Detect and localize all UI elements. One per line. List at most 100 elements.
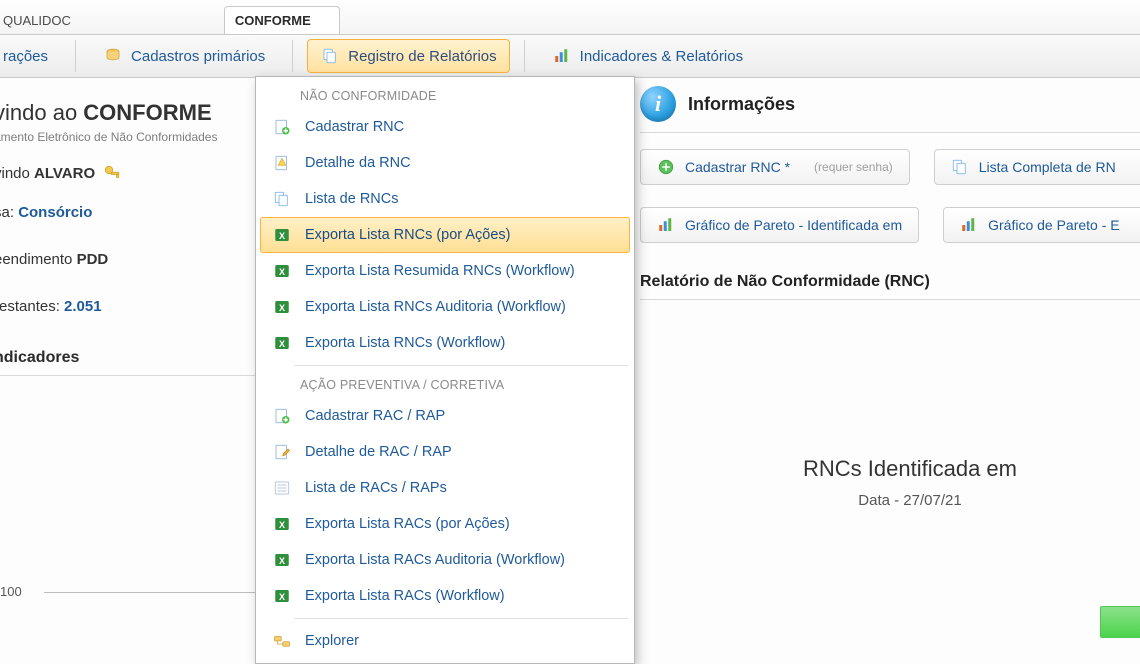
menu-section-header: NÃO CONFORMIDADE: [256, 81, 634, 109]
chart-title: RNCs Identificada em: [640, 456, 1140, 482]
right-panel: i Informações Cadastrar RNC * (requer se…: [640, 86, 1140, 300]
excel-icon: X: [271, 224, 293, 246]
chart-bar: [1100, 606, 1140, 638]
separator: [75, 40, 76, 72]
empreendimento-value: PDD: [77, 251, 109, 268]
info-heading-text: Informações: [688, 94, 795, 115]
add-document-icon: [271, 405, 293, 427]
welcome-app: CONFORME: [83, 100, 211, 125]
database-icon: [103, 46, 123, 66]
btn-pareto-identificada[interactable]: Gráfico de Pareto - Identificada em: [640, 207, 919, 243]
menu-item-lista-rncs[interactable]: Lista de RNCs: [260, 181, 630, 217]
menu-divider: [294, 365, 628, 366]
separator: [292, 40, 293, 72]
ribbon-indicadores-relatorios[interactable]: Indicadores & Relatórios: [539, 39, 756, 73]
ribbon-label: Indicadores & Relatórios: [580, 48, 743, 65]
svg-text:X: X: [279, 339, 285, 349]
button-row-1: Cadastrar RNC * (requer senha) Lista Com…: [640, 149, 1140, 185]
menu-item-detalhe-rnc[interactable]: Detalhe da RNC: [260, 145, 630, 181]
menu-item-lista-racs[interactable]: Lista de RACs / RAPs: [260, 470, 630, 506]
menu-item-cadastrar-rac[interactable]: Cadastrar RAC / RAP: [260, 398, 630, 434]
excel-icon: X: [271, 513, 293, 535]
welcome-prefix: vindo ao: [0, 100, 83, 125]
ribbon-registro-relatorios[interactable]: Registro de Relatórios: [307, 39, 509, 73]
menu-item-label: Exporta Lista RACs Auditoria (Workflow): [305, 552, 565, 568]
empreendimento-label: eendimento: [0, 251, 77, 268]
btn-pareto-e[interactable]: Gráfico de Pareto - E: [943, 207, 1140, 243]
document-edit-icon: [271, 441, 293, 463]
svg-text:X: X: [279, 231, 285, 241]
btn-label: Cadastrar RNC *: [685, 159, 790, 175]
menu-item-label: Exporta Lista RNCs Auditoria (Workflow): [305, 299, 566, 315]
tab-conforme[interactable]: CONFORME: [224, 6, 340, 34]
excel-icon: X: [271, 549, 293, 571]
copy-document-icon: [951, 158, 969, 176]
chart-y-tick-100: 100: [0, 584, 22, 599]
bar-chart-icon: [960, 216, 978, 234]
btn-cadastrar-rnc[interactable]: Cadastrar RNC * (requer senha): [640, 149, 910, 185]
registro-relatorios-menu: NÃO CONFORMIDADE Cadastrar RNC Detalhe d…: [255, 76, 635, 664]
tab-label: CONFORME: [235, 13, 311, 28]
excel-icon: X: [271, 332, 293, 354]
svg-text:X: X: [279, 556, 285, 566]
add-document-icon: [271, 116, 293, 138]
btn-label: Lista Completa de RN: [979, 159, 1116, 175]
excel-icon: X: [271, 296, 293, 318]
btn-note: (requer senha): [814, 160, 893, 174]
welcome-user-prefix: vindo: [0, 165, 34, 182]
svg-text:X: X: [279, 267, 285, 277]
window-tabs: QUALIDOC CONFORME: [0, 0, 1140, 35]
ribbon-cadastros-primarios[interactable]: Cadastros primários: [90, 39, 278, 73]
menu-item-exporta-rncs-workflow[interactable]: X Exporta Lista RNCs (Workflow): [260, 325, 630, 361]
ribbon-label: Cadastros primários: [131, 48, 265, 65]
tab-label: QUALIDOC: [3, 13, 71, 28]
svg-text:X: X: [279, 520, 285, 530]
menu-item-label: Exporta Lista Resumida RNCs (Workflow): [305, 263, 575, 279]
menu-item-label: Lista de RNCs: [305, 191, 398, 207]
menu-item-label: Cadastrar RAC / RAP: [305, 408, 445, 424]
copy-document-icon: [320, 46, 340, 66]
btn-lista-completa-rnc[interactable]: Lista Completa de RN: [934, 149, 1140, 185]
info-heading: i Informações: [640, 86, 1140, 133]
menu-divider: [294, 618, 628, 619]
chart-gridline: [44, 592, 264, 593]
excel-icon: X: [271, 585, 293, 607]
restantes-label: restantes:: [0, 298, 64, 315]
menu-item-label: Explorer: [305, 633, 359, 649]
empresa-value: Consórcio: [18, 204, 92, 221]
copy-document-icon: [271, 188, 293, 210]
relatorio-heading: Relatório de Não Conformidade (RNC): [640, 273, 1140, 300]
button-row-2: Gráfico de Pareto - Identificada em Gráf…: [640, 207, 1140, 243]
ribbon-label: Registro de Relatórios: [348, 48, 496, 65]
menu-item-label: Cadastrar RNC: [305, 119, 404, 135]
menu-item-label: Exporta Lista RNCs (por Ações): [305, 227, 511, 243]
folder-tree-icon: [271, 630, 293, 652]
svg-text:X: X: [279, 592, 285, 602]
menu-item-exporta-rncs-resumida[interactable]: X Exporta Lista Resumida RNCs (Workflow): [260, 253, 630, 289]
welcome-user-name: ALVARO: [34, 165, 95, 182]
menu-item-exporta-racs-workflow[interactable]: X Exporta Lista RACs (Workflow): [260, 578, 630, 614]
bar-chart-icon: [657, 216, 675, 234]
menu-item-explorer[interactable]: Explorer: [260, 623, 630, 659]
menu-item-exporta-racs-auditoria[interactable]: X Exporta Lista RACs Auditoria (Workflow…: [260, 542, 630, 578]
bar-chart-icon: [552, 46, 572, 66]
menu-item-label: Exporta Lista RNCs (Workflow): [305, 335, 505, 351]
info-icon: i: [640, 86, 676, 122]
btn-label: Gráfico de Pareto - E: [988, 217, 1120, 233]
menu-item-exporta-racs-acoes[interactable]: X Exporta Lista RACs (por Ações): [260, 506, 630, 542]
list-icon: [271, 477, 293, 499]
chart-rncs-identificada: RNCs Identificada em Data - 27/07/21 73: [640, 456, 1140, 509]
menu-item-label: Detalhe da RNC: [305, 155, 411, 171]
menu-section-header: AÇÃO PREVENTIVA / CORRETIVA: [256, 370, 634, 398]
menu-item-detalhe-rac[interactable]: Detalhe de RAC / RAP: [260, 434, 630, 470]
btn-label: Gráfico de Pareto - Identificada em: [685, 217, 902, 233]
menu-item-cadastrar-rnc[interactable]: Cadastrar RNC: [260, 109, 630, 145]
empresa-label: sa:: [0, 204, 18, 221]
tab-qualidoc[interactable]: QUALIDOC: [0, 6, 100, 34]
key-icon: [103, 164, 121, 182]
ribbon: rações Cadastros primários Registro de R…: [0, 35, 1140, 78]
menu-item-exporta-rncs-auditoria[interactable]: X Exporta Lista RNCs Auditoria (Workflow…: [260, 289, 630, 325]
chart-subtitle: Data - 27/07/21: [640, 492, 1140, 509]
menu-item-exporta-rncs-acoes[interactable]: X Exporta Lista RNCs (por Ações): [260, 217, 630, 253]
ribbon-config[interactable]: rações: [0, 41, 61, 72]
